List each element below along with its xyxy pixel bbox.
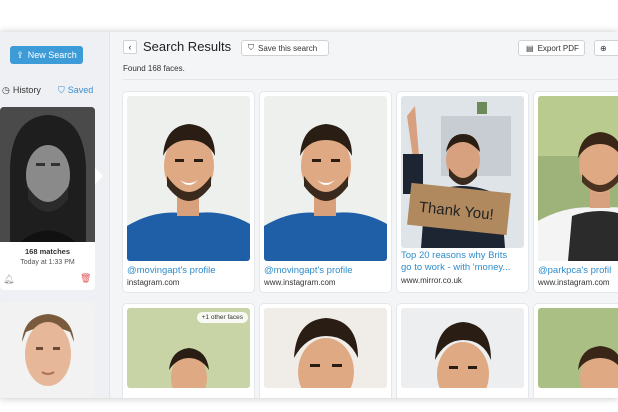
tab-history-label: History <box>12 85 41 95</box>
bookmark-icon: ⛉ <box>58 84 65 95</box>
tab-saved[interactable]: ⛉ Saved <box>50 82 102 98</box>
result-card[interactable]: +1 @parkpca's profil www.instagram.com <box>534 92 618 292</box>
result-card[interactable] <box>397 304 528 398</box>
history-time: Today at 1:33 PM <box>20 259 75 266</box>
result-card[interactable] <box>534 304 618 398</box>
result-image <box>401 308 524 388</box>
result-domain: instagram.com <box>127 278 180 287</box>
bookmark-icon: ⛉ <box>248 43 254 52</box>
chevron-left-icon: ‹ <box>128 42 132 52</box>
result-image <box>264 308 387 388</box>
result-card[interactable]: @movingapt's profile instagram.com <box>123 92 254 292</box>
history-item[interactable]: 168 matches Today at 1:33 PM 🔔︎ 🗑︎ <box>0 107 95 290</box>
globe-icon: ⊕ <box>600 43 607 53</box>
main-panel: ‹ Search Results ⛉ Save this search ▤ Ex… <box>110 32 618 398</box>
back-button[interactable]: ‹ <box>123 40 137 54</box>
new-search-button[interactable]: ⇪ New Search <box>10 46 83 64</box>
result-image <box>127 96 250 261</box>
app-window: ⇪ New Search ◷ History ⛉ Saved 168 match… <box>0 32 618 398</box>
result-title-line2[interactable]: go to work - with 'money... <box>401 262 526 274</box>
selection-arrow <box>95 168 103 184</box>
result-image: Thank You! <box>401 96 524 248</box>
result-card[interactable]: @movingapt's profile www.instagram.com <box>260 92 391 292</box>
upload-icon: ⇪ <box>16 49 24 60</box>
result-card[interactable]: Thank You! Top 20 reasons why Brits go t… <box>397 92 528 292</box>
faces-badge: +1 other faces <box>196 312 248 323</box>
history-matches: 168 matches <box>24 247 71 256</box>
result-image <box>538 96 618 261</box>
trash-icon[interactable]: 🗑︎ <box>80 273 91 284</box>
result-title[interactable]: @movingapt's profile <box>127 265 252 277</box>
result-image <box>264 96 387 261</box>
result-title[interactable]: @parkpca's profil <box>538 265 618 277</box>
new-search-label: New Search <box>27 50 77 60</box>
result-domain: www.instagram.com <box>264 278 336 287</box>
result-image <box>538 308 618 388</box>
document-icon: ▤ <box>526 43 534 53</box>
result-title[interactable]: @movingapt's profile <box>264 265 389 277</box>
clock-icon: ◷ <box>2 84 10 95</box>
page-title: Search Results <box>143 39 232 54</box>
tab-saved-label: Saved <box>67 85 94 95</box>
history-thumbnail-2 <box>0 302 95 398</box>
save-search-button[interactable]: ⛉ Save this search <box>241 40 329 56</box>
export-pdf-label: Export PDF <box>537 43 579 53</box>
history-thumbnail <box>0 107 95 242</box>
export-pdf-button[interactable]: ▤ Export PDF <box>518 40 585 56</box>
result-card[interactable] <box>260 304 391 398</box>
sidebar: ⇪ New Search ◷ History ⛉ Saved 168 match… <box>0 32 110 398</box>
divider <box>123 79 618 80</box>
result-title[interactable]: Top 20 reasons why Brits <box>401 250 526 262</box>
results-count: Found 168 faces. <box>123 64 185 73</box>
language-button[interactable]: ⊕ <box>594 40 618 56</box>
tab-history[interactable]: ◷ History <box>0 82 50 98</box>
history-item-2[interactable] <box>0 302 95 398</box>
bell-icon[interactable]: 🔔︎ <box>3 274 14 285</box>
result-domain: www.instagram.com <box>538 278 610 287</box>
result-card[interactable]: +1 other faces <box>123 304 254 398</box>
result-domain: www.mirror.co.uk <box>401 276 462 285</box>
sidebar-tabs: ◷ History ⛉ Saved <box>0 82 110 98</box>
save-search-label: Save this search <box>258 43 318 53</box>
